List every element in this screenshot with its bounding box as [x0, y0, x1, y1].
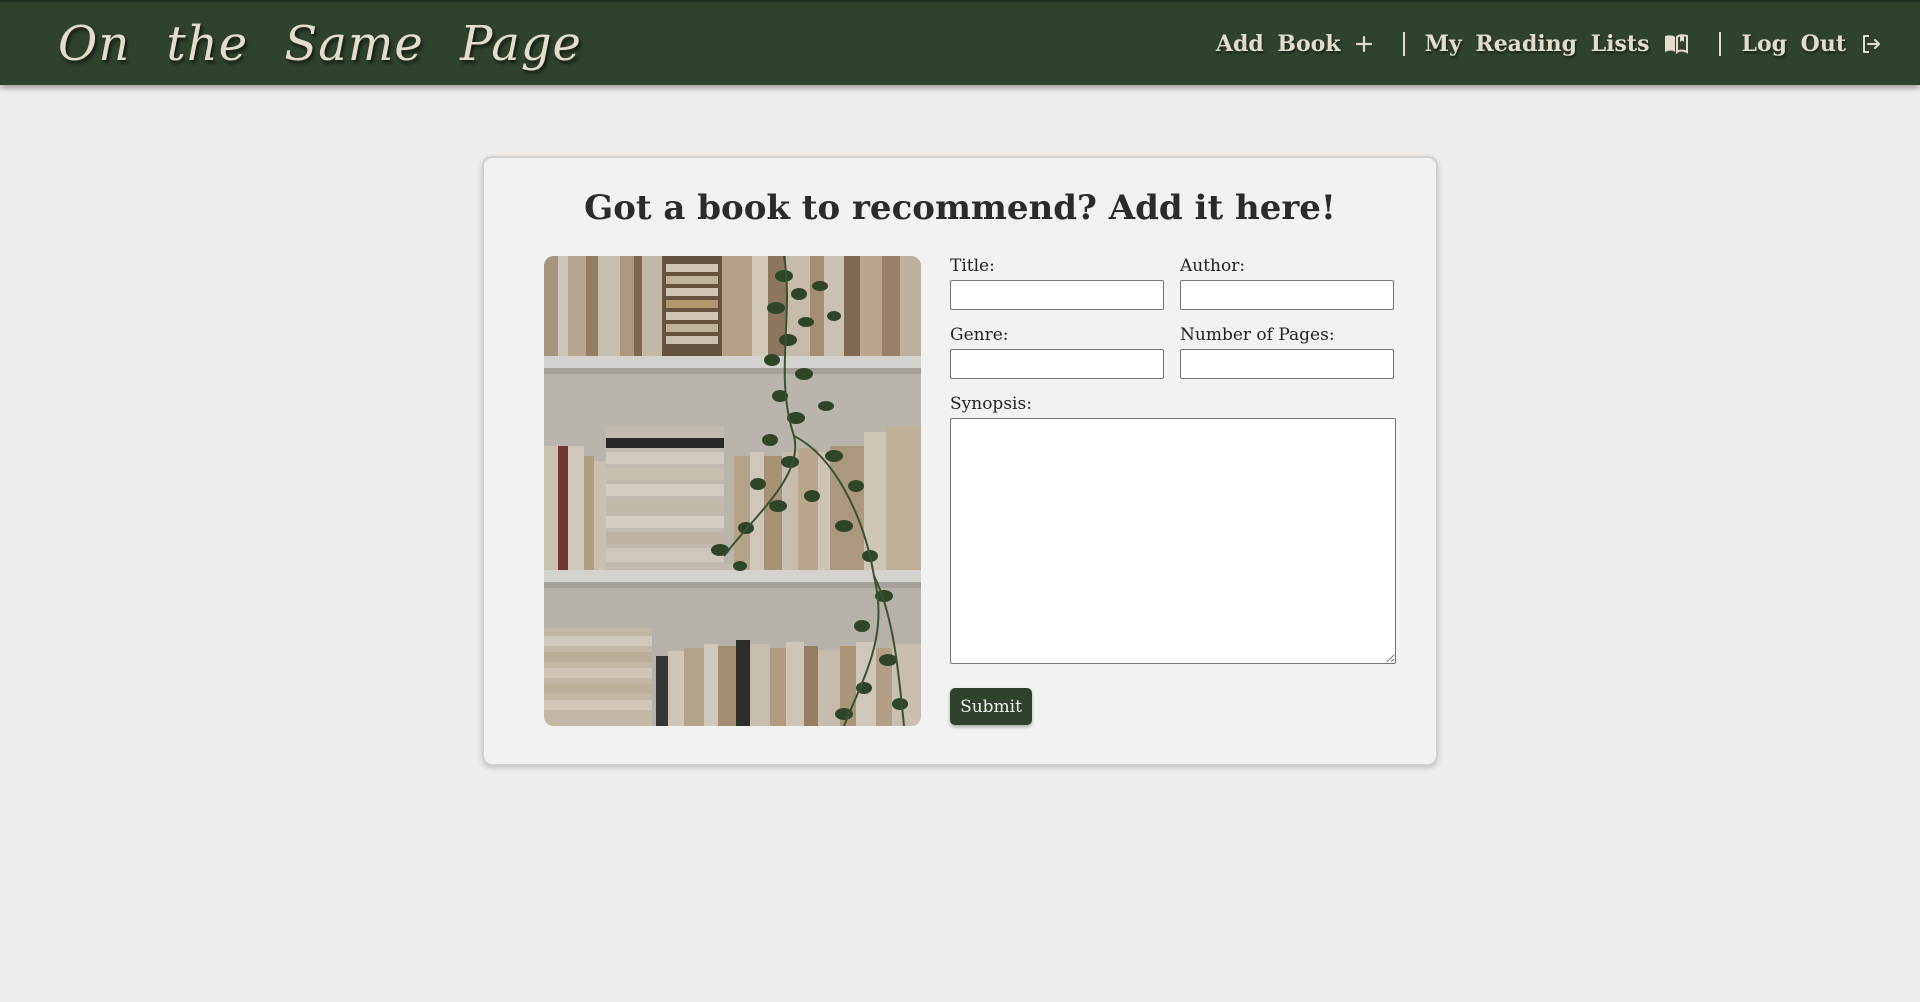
pages-label: Number of Pages: [1180, 325, 1335, 345]
nav-links: Add Book My Reading Lists Log Out [1216, 31, 1882, 57]
author-label: Author: [1180, 256, 1246, 276]
bookshelf-photo [544, 256, 921, 726]
nav-divider [1719, 31, 1722, 56]
nav-reading-lists-label: My Reading Lists [1424, 30, 1650, 57]
brand-logo[interactable]: On the Same Page [58, 16, 582, 72]
top-navbar: On the Same Page Add Book My Reading Lis… [0, 0, 1920, 85]
nav-reading-lists-link[interactable]: My Reading Lists [1425, 31, 1690, 57]
plus-icon [1355, 35, 1372, 52]
nav-add-book-label: Add Book [1215, 30, 1341, 57]
add-book-card: Got a book to recommend? Add it here! Ti… [482, 156, 1438, 766]
genre-label: Genre: [950, 325, 1009, 345]
title-label: Title: [950, 256, 995, 276]
page-title: Got a book to recommend? Add it here! [584, 188, 1336, 228]
synopsis-label: Synopsis: [950, 394, 1032, 414]
nav-logout-label: Log Out [1741, 30, 1846, 57]
bookshelf-illustration [544, 256, 921, 726]
logout-icon [1863, 34, 1880, 53]
nav-logout-link[interactable]: Log Out [1741, 31, 1882, 57]
genre-input[interactable] [950, 349, 1164, 379]
nav-add-book-link[interactable]: Add Book [1216, 31, 1373, 57]
title-input[interactable] [950, 280, 1164, 310]
author-input[interactable] [1180, 280, 1394, 310]
nav-divider [1402, 31, 1405, 56]
synopsis-textarea[interactable] [950, 418, 1396, 664]
open-book-icon [1665, 33, 1689, 54]
pages-input[interactable] [1180, 349, 1394, 379]
submit-button[interactable]: Submit [950, 688, 1032, 725]
